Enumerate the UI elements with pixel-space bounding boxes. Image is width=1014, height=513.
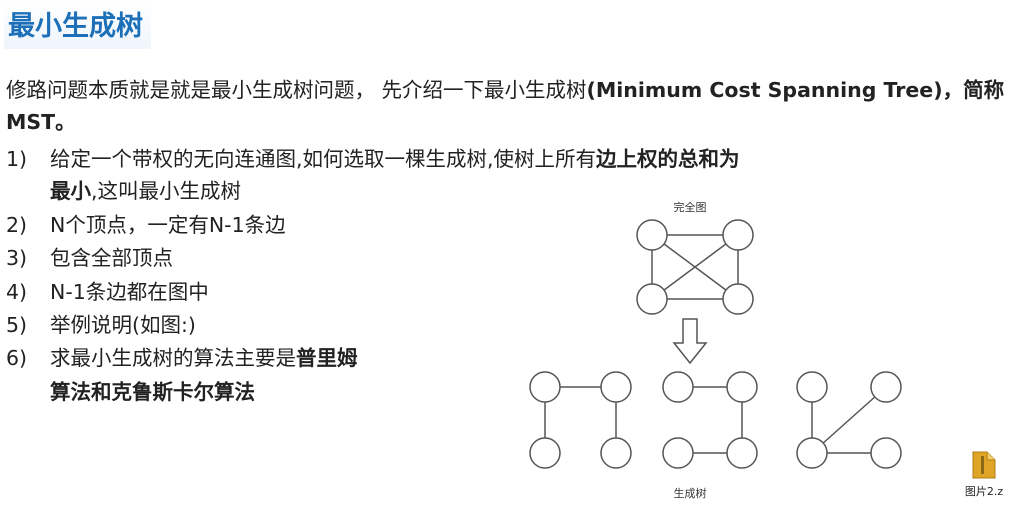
- list-item-number: 5): [6, 313, 28, 337]
- spanning-tree-2: [662, 371, 758, 469]
- down-arrow-icon: [672, 318, 708, 365]
- graph-node: [600, 371, 632, 403]
- file-icon-item[interactable]: 图片2.z: [958, 448, 1010, 499]
- list-item-text: 包含全部顶点: [50, 246, 173, 270]
- complete-graph-label: 完全图: [674, 200, 707, 214]
- graph-node: [529, 371, 561, 403]
- intro-text: 修路问题本质就是就是最小生成树问题， 先介绍一下最小生成树: [6, 78, 587, 102]
- graph-node: [796, 437, 828, 469]
- intro-paragraph: 修路问题本质就是就是最小生成树问题， 先介绍一下最小生成树(Minimum Co…: [6, 74, 1006, 138]
- spanning-tree-label: 生成树: [674, 486, 707, 500]
- list-item-text: N个顶点，一定有N-1条边: [50, 213, 286, 237]
- graph-node: [600, 437, 632, 469]
- spanning-tree-1: [529, 371, 632, 469]
- list-item-6: 6) 求最小生成树的算法主要是普里姆: [6, 342, 358, 374]
- graph-node: [662, 437, 694, 469]
- list-item-text: ,这叫最小生成树: [91, 179, 242, 203]
- list-item-4: 4) N-1条边都在图中: [6, 276, 209, 308]
- page-title: 最小生成树: [4, 2, 151, 49]
- list-item-number: 4): [6, 280, 28, 304]
- list-item-number: 1): [6, 147, 28, 171]
- graph-node: [636, 219, 668, 251]
- graph-node: [636, 283, 668, 315]
- graph-node: [796, 371, 828, 403]
- list-item-bold: 普里姆: [296, 346, 358, 370]
- graph-node: [726, 371, 758, 403]
- graph-node: [722, 219, 754, 251]
- list-item-number: 2): [6, 213, 28, 237]
- list-item-bold: 边上权的总和为: [596, 147, 740, 171]
- list-item-number: 6): [6, 346, 28, 370]
- file-icon-label: 图片2.z: [964, 485, 1004, 498]
- graph-node: [662, 371, 694, 403]
- list-item-1-continuation: 最小,这叫最小生成树: [50, 175, 241, 207]
- list-item-bold: 最小: [50, 179, 91, 203]
- graph-node: [722, 283, 754, 315]
- list-item-3: 3) 包含全部顶点: [6, 242, 173, 274]
- list-item-bold: 算法和克鲁斯卡尔算法: [50, 380, 255, 404]
- list-item-number: 3): [6, 246, 28, 270]
- list-item-5: 5) 举例说明(如图:): [6, 309, 196, 341]
- graph-node: [870, 437, 902, 469]
- graph-node: [529, 437, 561, 469]
- list-item-2: 2) N个顶点，一定有N-1条边: [6, 209, 286, 241]
- list-item-text: 求最小生成树的算法主要是: [50, 346, 296, 370]
- complete-graph: [636, 219, 754, 315]
- spanning-tree-3: [796, 371, 902, 469]
- graph-node: [726, 437, 758, 469]
- folder-zip-icon: [972, 451, 996, 479]
- list-item-text: N-1条边都在图中: [50, 280, 209, 304]
- graph-node: [870, 371, 902, 403]
- list-item-6-continuation: 算法和克鲁斯卡尔算法: [50, 376, 255, 408]
- list-item-text: 给定一个带权的无向连通图,如何选取一棵生成树,使树上所有: [50, 147, 597, 171]
- list-item-1: 1) 给定一个带权的无向连通图,如何选取一棵生成树,使树上所有边上权的总和为: [6, 143, 740, 175]
- list-item-text: 举例说明(如图:): [50, 313, 196, 337]
- mst-diagram: 完全图 生成树: [529, 200, 902, 500]
